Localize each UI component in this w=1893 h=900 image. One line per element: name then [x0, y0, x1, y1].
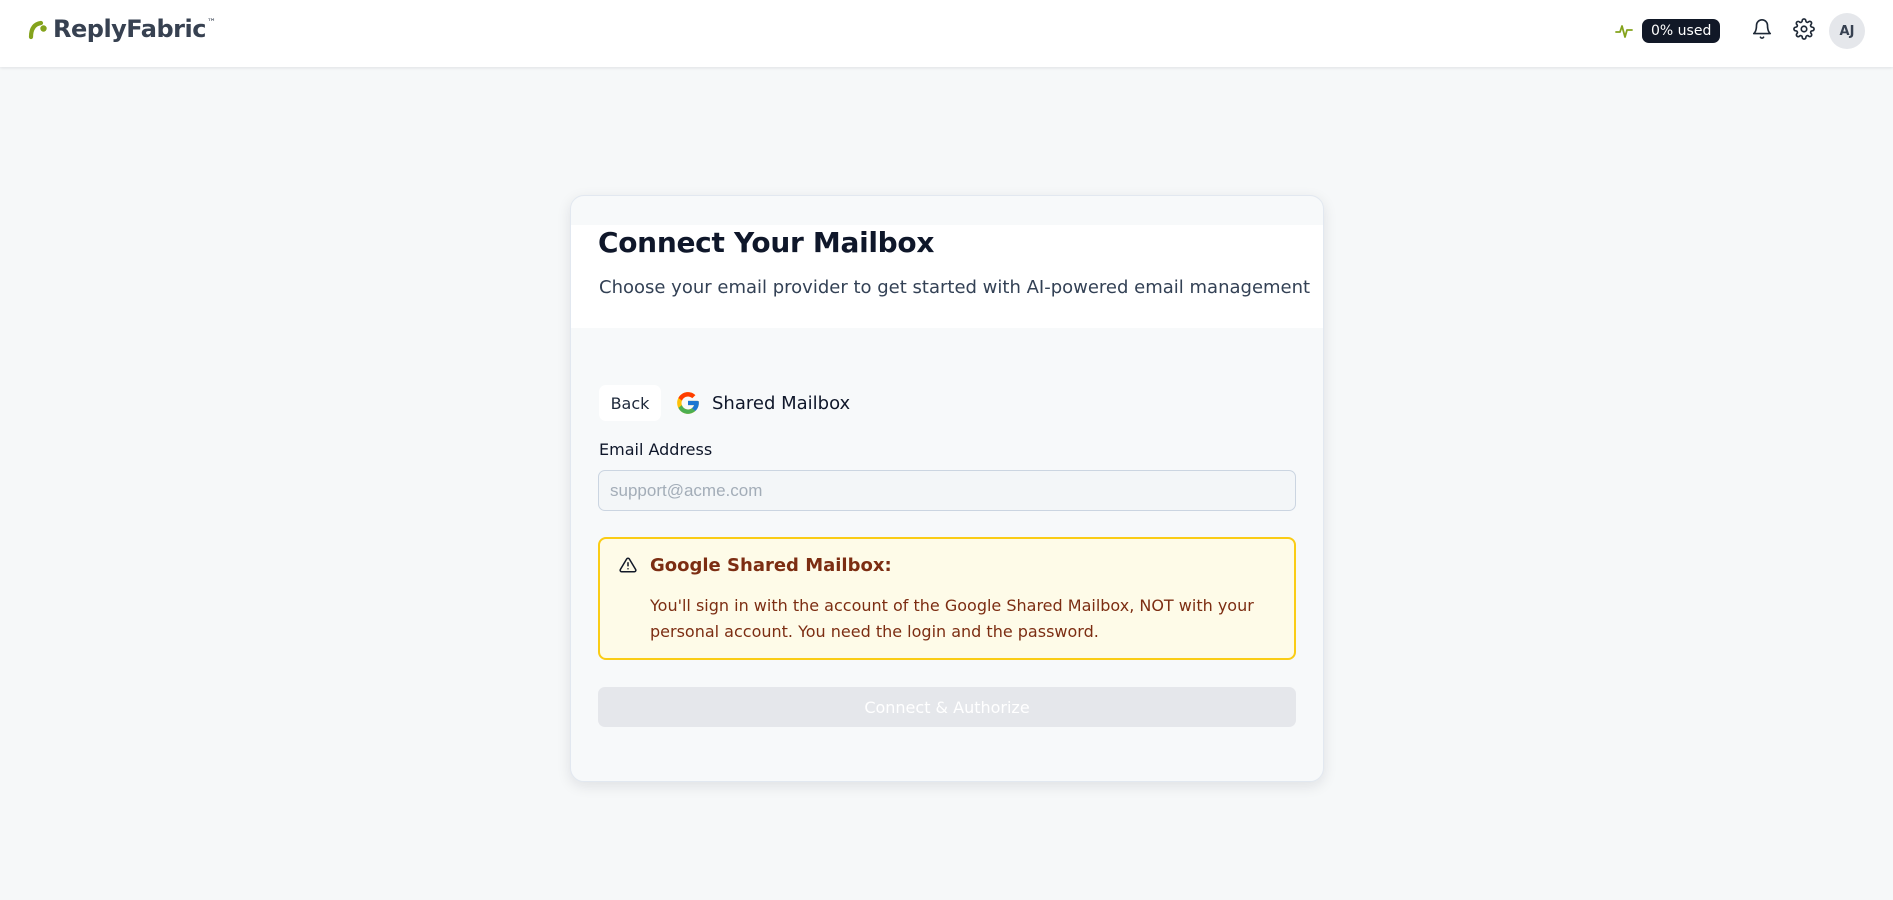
user-avatar[interactable]: AJ — [1829, 13, 1865, 49]
google-icon — [675, 390, 701, 416]
bell-icon — [1751, 18, 1773, 44]
back-button[interactable]: Back — [599, 385, 661, 421]
replyfabric-logo-icon — [27, 18, 49, 40]
brand-trademark: ™ — [206, 18, 216, 28]
top-navigation-bar: ReplyFabric ™ 0% used AJ — [0, 0, 1893, 67]
provider-name: Shared Mailbox — [712, 392, 851, 414]
page-title: Connect Your Mailbox — [598, 226, 935, 259]
warning-title: Google Shared Mailbox: — [650, 555, 892, 576]
brand-logo-link[interactable]: ReplyFabric ™ — [27, 14, 216, 44]
gear-icon — [1793, 18, 1815, 44]
email-field-label: Email Address — [599, 440, 713, 459]
shared-mailbox-warning: Google Shared Mailbox: You'll sign in wi… — [598, 537, 1296, 660]
page-subtitle: Choose your email provider to get starte… — [599, 277, 1311, 298]
warning-message: You'll sign in with the account of the G… — [650, 596, 1254, 641]
connect-mailbox-card: Connect Your Mailbox Choose your email p… — [570, 195, 1324, 782]
usage-indicator[interactable]: 0% used — [1614, 18, 1721, 43]
connect-authorize-button[interactable]: Connect & Authorize — [598, 687, 1296, 727]
notifications-button[interactable] — [1749, 18, 1775, 44]
warning-triangle-icon — [619, 556, 637, 574]
selected-provider: Shared Mailbox — [675, 390, 850, 416]
activity-icon — [1614, 21, 1634, 41]
usage-badge: 0% used — [1642, 18, 1721, 43]
email-input[interactable] — [598, 470, 1296, 511]
brand-name: ReplyFabric — [53, 15, 206, 43]
settings-button[interactable] — [1791, 18, 1817, 44]
